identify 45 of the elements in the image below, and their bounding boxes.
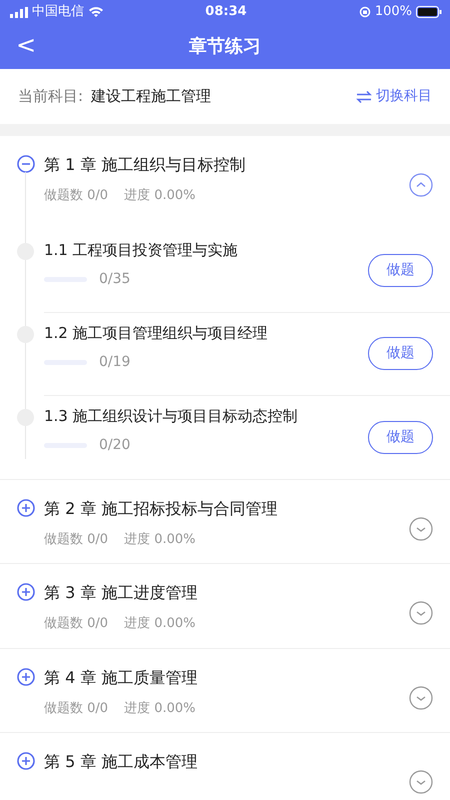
question-count: 做题数 0/0 — [44, 530, 108, 548]
switch-subject-button[interactable]: 切换科目 — [356, 86, 432, 107]
chevron-down-icon[interactable] — [409, 770, 433, 794]
practice-button[interactable]: 做题 — [368, 337, 433, 370]
battery-percent: 100% — [374, 3, 412, 22]
practice-button[interactable]: 做题 — [368, 420, 433, 454]
subject-label: 当前科目: — [18, 86, 84, 108]
wifi-icon — [88, 6, 104, 18]
progress-text: 进度 0.00% — [124, 700, 196, 718]
practice-button[interactable]: 做题 — [368, 254, 433, 287]
section-title: 1.3 施工组织设计与项目目标动态控制 — [44, 406, 299, 426]
carrier-name: 中国电信 — [32, 3, 84, 22]
chevron-down-icon[interactable] — [409, 601, 433, 625]
progress-text: 进度 0.00% — [124, 530, 196, 548]
progress-count: 0/20 — [99, 436, 130, 455]
battery-icon — [416, 6, 442, 18]
expand-icon[interactable] — [17, 498, 35, 516]
chapter-title: 第 5 章 施工成本管理 — [44, 751, 198, 773]
section-title: 1.1 工程项目投资管理与实施 — [44, 240, 239, 260]
question-count: 做题数 0/0 — [44, 187, 108, 205]
question-count: 做题数 0/0 — [44, 615, 108, 633]
subject-name: 建设工程施工管理 — [91, 86, 212, 108]
chapter-title: 第 4 章 施工质量管理 — [44, 666, 198, 688]
question-count: 做题数 0/0 — [44, 700, 108, 718]
page-title: 章节练习 — [189, 35, 261, 59]
chapter-title: 第 2 章 施工招标投标与合同管理 — [44, 498, 278, 520]
chevron-down-icon[interactable] — [409, 516, 433, 540]
rotation-lock-icon — [358, 6, 371, 18]
collapse-icon[interactable] — [17, 155, 35, 173]
chevron-up-icon[interactable] — [409, 173, 433, 197]
status-time: 08:34 — [204, 3, 248, 22]
chevron-down-icon[interactable] — [409, 686, 433, 710]
progress-text: 进度 0.00% — [124, 187, 196, 205]
signal-icon — [10, 6, 28, 18]
progress-count: 0/35 — [99, 270, 130, 289]
section-title: 1.2 施工项目管理组织与项目经理 — [44, 322, 269, 344]
chapter-title: 第 3 章 施工进度管理 — [44, 582, 198, 604]
expand-icon[interactable] — [17, 668, 35, 686]
chapter-title: 第 1 章 施工组织与目标控制 — [44, 154, 246, 176]
back-button[interactable]: < — [10, 30, 42, 60]
expand-icon[interactable] — [17, 752, 35, 770]
expand-icon[interactable] — [17, 583, 35, 601]
progress-count: 0/19 — [99, 353, 130, 372]
progress-text: 进度 0.00% — [124, 615, 196, 633]
swap-icon — [356, 90, 372, 104]
